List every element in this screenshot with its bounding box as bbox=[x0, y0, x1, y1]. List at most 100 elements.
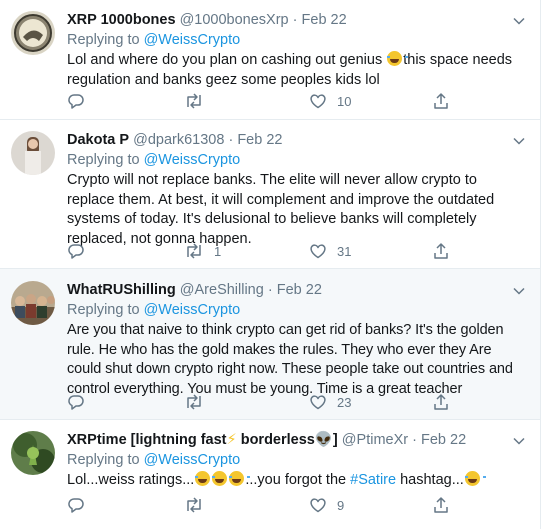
handle[interactable]: @PtimeXr bbox=[342, 432, 408, 448]
retweet-icon bbox=[187, 93, 201, 109]
like-count: 10 bbox=[337, 93, 352, 109]
reply-button[interactable] bbox=[67, 92, 85, 110]
like-button[interactable]: 10 bbox=[309, 92, 351, 110]
tears-of-joy-emoji-icon bbox=[464, 471, 486, 486]
chevron-down-icon[interactable] bbox=[511, 133, 527, 149]
avatar-photo-icon bbox=[11, 11, 55, 55]
tweet-actions: 9 bbox=[67, 496, 540, 516]
replying-to: Replying to @WeissCrypto bbox=[67, 450, 524, 470]
tweet-header: Dakota P @dpark61308 · Feb 22 bbox=[67, 131, 524, 149]
avatar-photo-icon bbox=[11, 431, 55, 475]
replying-to: Replying to @WeissCrypto bbox=[67, 150, 524, 170]
retweet-icon bbox=[187, 497, 201, 513]
chevron-down-icon[interactable] bbox=[511, 433, 527, 449]
tweet-header: WhatRUShilling @AreShilling · Feb 22 bbox=[67, 281, 524, 299]
like-button[interactable]: 9 bbox=[309, 496, 344, 514]
share-button[interactable] bbox=[432, 242, 450, 260]
heart-icon bbox=[310, 395, 326, 410]
retweet-button[interactable] bbox=[184, 496, 214, 514]
separator-dot: · bbox=[267, 282, 273, 298]
like-count: 31 bbox=[337, 243, 352, 259]
retweet-button[interactable] bbox=[184, 92, 214, 110]
share-icon bbox=[434, 497, 448, 513]
hashtag-link[interactable]: #Satire bbox=[350, 472, 396, 488]
tweet[interactable]: XRPtime [lightning fast⚡ borderless👽] @P… bbox=[0, 420, 540, 529]
display-name[interactable]: XRP 1000bones bbox=[67, 12, 176, 28]
share-button[interactable] bbox=[432, 393, 450, 411]
avatar-photo-icon bbox=[11, 281, 55, 325]
tears-of-joy-emoji-icon bbox=[229, 471, 251, 486]
tweet-actions: 23 bbox=[67, 393, 540, 413]
avatar[interactable] bbox=[11, 131, 55, 175]
mention-link[interactable]: @WeissCrypto bbox=[144, 452, 241, 468]
tweet-date[interactable]: Feb 22 bbox=[237, 132, 282, 148]
tweet-text-part: hashtag... bbox=[396, 472, 464, 488]
reply-icon bbox=[68, 244, 84, 259]
retweet-count: 1 bbox=[214, 243, 222, 259]
share-button[interactable] bbox=[432, 496, 450, 514]
tweet-text: Lol and where do you plan on cashing out… bbox=[67, 51, 524, 90]
tweet[interactable]: XRP 1000bones @1000bonesXrp · Feb 22 Rep… bbox=[0, 0, 540, 120]
reply-icon bbox=[68, 395, 84, 410]
replying-label: Replying to bbox=[67, 152, 140, 168]
replying-to: Replying to @WeissCrypto bbox=[67, 30, 524, 50]
reply-icon bbox=[68, 498, 84, 513]
handle[interactable]: @AreShilling bbox=[180, 282, 264, 298]
heart-icon bbox=[310, 498, 326, 513]
display-name-part: borderless bbox=[236, 432, 315, 448]
replying-label: Replying to bbox=[67, 452, 140, 468]
tweet-text-part: ...you forgot the bbox=[245, 472, 351, 488]
retweet-button[interactable] bbox=[184, 393, 214, 411]
display-name[interactable]: XRPtime [lightning fast⚡ borderless👽] bbox=[67, 432, 338, 448]
display-name-part: ] bbox=[332, 432, 338, 448]
tweet-date[interactable]: Feb 22 bbox=[302, 12, 347, 28]
tweet[interactable]: Dakota P @dpark61308 · Feb 22 Replying t… bbox=[0, 120, 540, 269]
mention-link[interactable]: @WeissCrypto bbox=[144, 152, 241, 168]
retweet-button[interactable]: 1 bbox=[184, 242, 221, 260]
avatar[interactable] bbox=[11, 431, 55, 475]
tweet-text: Crypto will not replace banks. The elite… bbox=[67, 172, 495, 247]
reply-button[interactable] bbox=[67, 242, 85, 260]
tears-of-joy-emoji-icon bbox=[195, 471, 217, 486]
replying-label: Replying to bbox=[67, 302, 140, 318]
heart-icon bbox=[310, 244, 326, 259]
retweet-icon bbox=[187, 394, 201, 410]
tweet-actions: 10 bbox=[67, 92, 540, 112]
handle[interactable]: @1000bonesXrp bbox=[180, 12, 289, 28]
replying-label: Replying to bbox=[67, 32, 140, 48]
mention-link[interactable]: @WeissCrypto bbox=[144, 32, 241, 48]
tweet-text-part: Lol and where do you plan on cashing out… bbox=[67, 52, 387, 68]
like-button[interactable]: 31 bbox=[309, 242, 351, 260]
tweet-text: Lol...weiss ratings... ...you forgot the … bbox=[67, 471, 524, 491]
tears-of-joy-emoji-icon bbox=[387, 51, 409, 66]
separator-dot: · bbox=[292, 12, 298, 28]
chevron-down-icon[interactable] bbox=[511, 283, 527, 299]
chevron-down-icon[interactable] bbox=[511, 13, 527, 29]
display-name[interactable]: Dakota P bbox=[67, 132, 129, 148]
avatar-photo-icon bbox=[11, 131, 55, 175]
reply-button[interactable] bbox=[67, 393, 85, 411]
retweet-icon bbox=[187, 243, 201, 259]
tweet-text-part: Lol...weiss ratings... bbox=[67, 472, 195, 488]
display-name[interactable]: WhatRUShilling bbox=[67, 282, 176, 298]
share-button[interactable] bbox=[432, 92, 450, 110]
tweet-date[interactable]: Feb 22 bbox=[277, 282, 322, 298]
tears-of-joy-emoji-icon bbox=[212, 471, 234, 486]
heart-icon bbox=[310, 94, 326, 109]
handle[interactable]: @dpark61308 bbox=[133, 132, 224, 148]
tweet-date[interactable]: Feb 22 bbox=[421, 432, 466, 448]
alien-icon: 👽 bbox=[314, 432, 333, 448]
tweet-actions: 1 31 bbox=[67, 242, 540, 262]
share-icon bbox=[434, 93, 448, 109]
tweet[interactable]: WhatRUShilling @AreShilling · Feb 22 Rep… bbox=[0, 269, 540, 420]
tweet-header: XRPtime [lightning fast⚡ borderless👽] @P… bbox=[67, 431, 524, 449]
separator-dot: · bbox=[228, 132, 234, 148]
reply-button[interactable] bbox=[67, 496, 85, 514]
avatar[interactable] bbox=[11, 281, 55, 325]
mention-link[interactable]: @WeissCrypto bbox=[144, 302, 241, 318]
separator-dot: · bbox=[412, 432, 417, 448]
like-count: 23 bbox=[337, 394, 352, 410]
like-button[interactable]: 23 bbox=[309, 393, 351, 411]
lightning-icon: ⚡ bbox=[226, 432, 237, 448]
avatar[interactable] bbox=[11, 11, 55, 55]
